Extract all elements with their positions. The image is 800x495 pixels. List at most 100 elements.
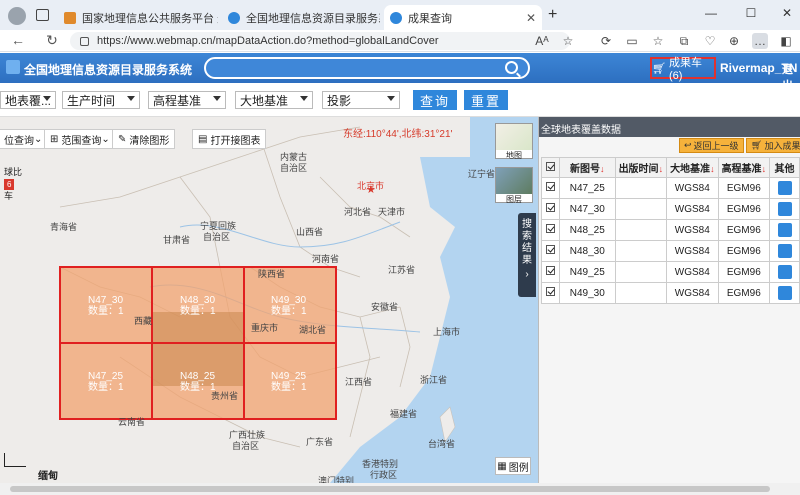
table-row[interactable]: N47_30 WGS84 EGM96 [541, 198, 800, 220]
table-row[interactable]: N49_25 WGS84 EGM96 [541, 261, 800, 283]
collections-icon[interactable]: ☆ [650, 33, 666, 49]
row-checkbox[interactable] [545, 266, 555, 275]
url-field[interactable]: https://www.webmap.cn/mapDataAction.do?m… [70, 32, 570, 50]
map-place-label: 浙江省 [420, 375, 448, 385]
profile-avatar-icon[interactable] [8, 7, 26, 25]
row-checkbox[interactable] [545, 203, 555, 212]
magnify-icon[interactable] [777, 202, 792, 216]
split-screen-icon[interactable]: ▭ [624, 33, 640, 49]
left-cart-badge[interactable]: 球比 6 车 [4, 167, 22, 202]
query-button[interactable]: 查询 [413, 90, 457, 110]
magnify-icon[interactable] [777, 244, 792, 258]
height-cell: EGM96 [717, 261, 771, 283]
favorite-star-icon[interactable]: ☆ [560, 33, 576, 49]
minimize-icon[interactable]: — [700, 6, 722, 20]
refresh-icon[interactable]: ↻ [42, 32, 62, 49]
col-header-date[interactable]: 出版时间↓ [614, 157, 668, 178]
reset-button[interactable]: 重置 [464, 90, 508, 110]
datum-cell: WGS84 [666, 240, 719, 262]
table-row[interactable]: N49_30 WGS84 EGM96 [541, 282, 800, 304]
date-cell [614, 282, 668, 304]
result-tiles[interactable] [59, 266, 337, 420]
map-view[interactable]: ★ 位查询 ⌄ ⊞ 范围查询 ⌄ ✎ 清除图形 ▤ 打开接图表 东经:110°44',北纬… [0, 117, 538, 483]
legend-button[interactable]: ▦ 图例 [495, 457, 531, 475]
col-header-datum[interactable]: 大地基准↓ [666, 157, 719, 178]
col-header-height[interactable]: 高程基准↓ [717, 157, 771, 178]
action-cell [769, 219, 800, 241]
height-cell: EGM96 [717, 177, 771, 199]
read-aloud-icon[interactable]: Aᴬ [534, 33, 550, 49]
magnify-icon[interactable] [777, 286, 792, 300]
tab-actions-icon[interactable] [36, 9, 49, 21]
select-all-header[interactable] [541, 157, 560, 178]
copilot-icon[interactable]: ⧉ [676, 33, 692, 49]
magnify-icon[interactable] [777, 181, 792, 195]
table-row[interactable]: N48_30 WGS84 EGM96 [541, 240, 800, 262]
table-row[interactable]: N47_25 WGS84 EGM96 [541, 177, 800, 199]
add-to-cart-button[interactable]: 🛒︎ 加入成果 [746, 138, 800, 153]
height-datum-select[interactable]: 高程基准 [148, 91, 226, 109]
projection-select[interactable]: 投影 [322, 91, 400, 109]
map-place-label: 自治区 [232, 441, 260, 451]
row-checkbox-cell[interactable] [541, 198, 560, 220]
horizontal-scrollbar[interactable] [0, 483, 800, 495]
magnify-icon[interactable] [777, 265, 792, 279]
map-place-label: 辽宁省 [468, 169, 496, 179]
more-menu-icon[interactable]: … [752, 33, 768, 49]
map-place-label: 河北省 [344, 207, 372, 217]
landcover-select[interactable]: 地表覆... [0, 91, 56, 109]
sidebar-toggle-icon[interactable]: ◧ [778, 33, 794, 49]
browser-essentials-icon[interactable]: ♡ [702, 33, 718, 49]
search-results-toggle[interactable]: 搜索结果 › [518, 213, 536, 297]
table-row[interactable]: N48_25 WGS84 EGM96 [541, 219, 800, 241]
sort-arrow-icon: ↓ [761, 164, 767, 174]
row-checkbox[interactable] [545, 182, 555, 191]
select-value: 投影 [327, 93, 352, 108]
geodetic-datum-select[interactable]: 大地基准 [235, 91, 313, 109]
back-level-button[interactable]: ↩ 返回上一级 [679, 138, 744, 153]
row-checkbox-cell[interactable] [541, 240, 560, 262]
search-icon[interactable] [505, 61, 518, 74]
open-index-map-tool[interactable]: ▤ 打开接图表 [192, 129, 267, 149]
tile-name: N49_25 [271, 371, 307, 382]
column-label: 新图号 [570, 164, 600, 175]
height-cell: EGM96 [717, 282, 771, 304]
back-arrow-icon[interactable]: ← [8, 32, 28, 48]
action-cell [769, 240, 800, 262]
row-checkbox[interactable] [545, 287, 555, 296]
new-tab-icon[interactable]: + [548, 6, 557, 24]
extension-icon[interactable]: ⟳ [598, 33, 614, 49]
scrollbar-thumb[interactable] [10, 486, 770, 492]
map-place-label: 河南省 [312, 254, 340, 264]
workspaces-icon[interactable]: ⊕ [726, 33, 742, 49]
browser-tab-catalog[interactable]: 全国地理信息资源目录服务系统 [222, 5, 380, 30]
row-checkbox-cell[interactable] [541, 261, 560, 283]
select-all-checkbox[interactable] [545, 161, 555, 171]
clear-graphics-tool[interactable]: ✎ 清除图形 [112, 129, 176, 149]
basemap-switch-layers[interactable]: 图层 [495, 167, 533, 204]
basemap-switch-map[interactable]: 地图 [495, 123, 533, 160]
map-place-label: 西藏 [134, 316, 153, 326]
map-place-label: 湖北省 [299, 325, 327, 335]
location-query-tool[interactable]: 位查询 ⌄ [0, 129, 49, 149]
production-time-select[interactable]: 生产时间 [62, 91, 140, 109]
range-query-tool[interactable]: ⊞ 范围查询 ⌄ [44, 129, 116, 149]
close-window-icon[interactable]: ✕ [776, 6, 798, 20]
sheet-cell: N49_25 [558, 261, 616, 283]
map-place-label: 陕西省 [258, 269, 286, 279]
datum-cell: WGS84 [666, 219, 719, 241]
close-tab-icon[interactable]: ✕ [520, 11, 536, 25]
browser-tab-results[interactable]: 成果查询 ✕ [384, 5, 542, 30]
row-checkbox[interactable] [545, 245, 555, 254]
row-checkbox-cell[interactable] [541, 282, 560, 304]
maximize-icon[interactable]: ☐ [740, 6, 762, 20]
col-header-sheet[interactable]: 新图号↓ [558, 157, 616, 178]
site-search-input[interactable] [204, 57, 530, 79]
row-checkbox[interactable] [545, 224, 555, 233]
table-header-row: 新图号↓ 出版时间↓ 大地基准↓ 高程基准↓ 其他 [541, 157, 800, 178]
magnify-icon[interactable] [777, 223, 792, 237]
browser-tab-tianditu[interactable]: 国家地理信息公共服务平台 天地图 [58, 5, 218, 30]
row-checkbox-cell[interactable] [541, 177, 560, 199]
row-checkbox-cell[interactable] [541, 219, 560, 241]
cart-button[interactable]: 🛒︎ 成果车(6) [650, 57, 716, 82]
